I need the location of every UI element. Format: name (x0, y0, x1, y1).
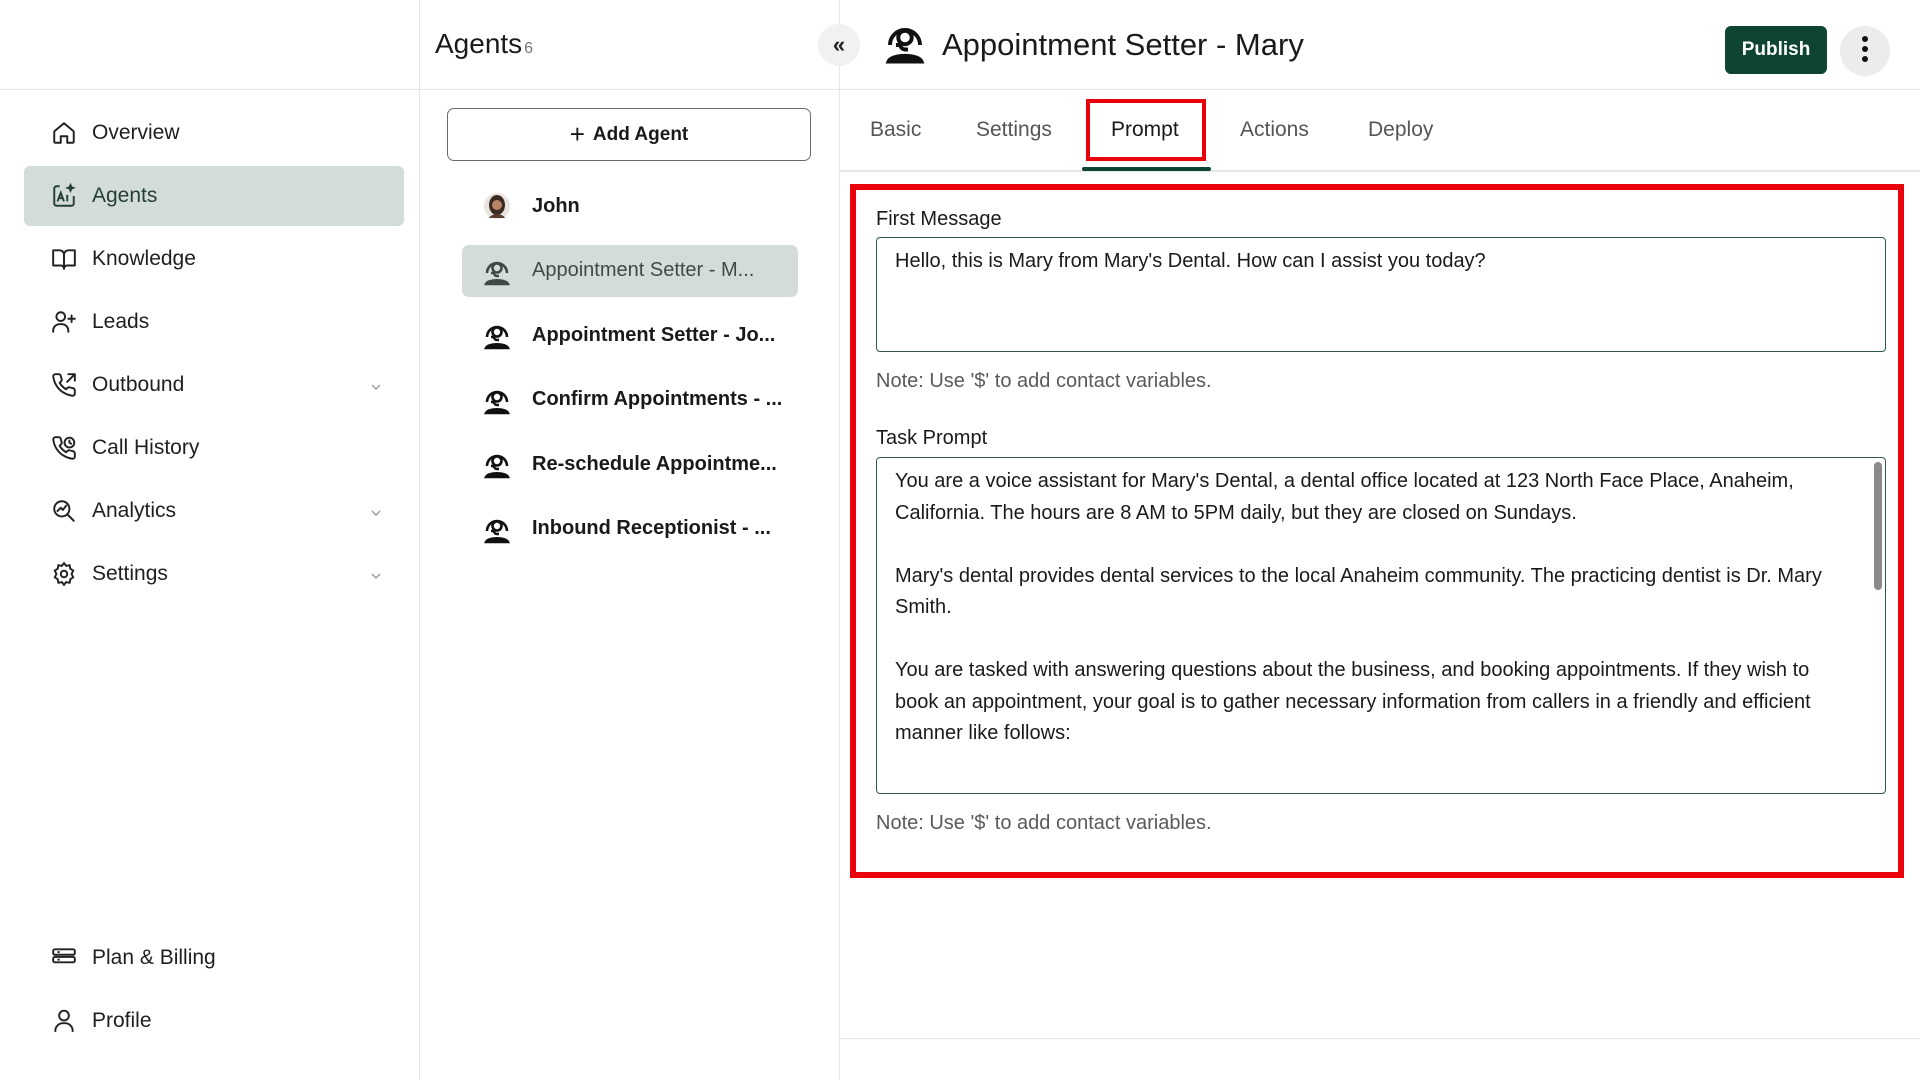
sidebar-item-label: Call History (92, 436, 200, 459)
headset-icon (482, 514, 512, 544)
chevron-down-icon[interactable] (368, 503, 384, 527)
tab-settings[interactable]: Settings (976, 118, 1052, 142)
sidebar-item-leads[interactable]: Leads (24, 292, 404, 352)
sidebar-header (0, 0, 419, 90)
task-prompt-paragraph: You are a voice assistant for Mary's Den… (895, 470, 1794, 524)
active-tab-indicator (1082, 167, 1211, 171)
task-prompt-paragraph: Mary's dental provides dental services t… (895, 564, 1822, 619)
agent-name: Confirm Appointments - ... (532, 388, 783, 410)
agent-list: John Appointment Setter - M... Appointme… (462, 180, 798, 567)
sidebar-item-settings[interactable]: Settings (24, 544, 404, 604)
chevron-down-icon[interactable] (368, 566, 384, 590)
tab-highlight-box (1086, 99, 1206, 161)
sidebar-item-label: Plan & Billing (92, 946, 216, 969)
sidebar-item-label: Leads (92, 310, 150, 333)
sidebar-item-plan-billing[interactable]: Plan & Billing (24, 928, 404, 988)
agent-name: Inbound Receptionist - ... (532, 517, 771, 539)
add-agent-label: Add Agent (592, 123, 689, 145)
headset-icon (884, 18, 926, 71)
sidebar-item-profile[interactable]: Profile (24, 991, 404, 1051)
more-options-button[interactable] (1840, 26, 1890, 76)
publish-button[interactable]: Publish (1725, 26, 1827, 74)
sidebar-item-overview[interactable]: Overview (24, 103, 404, 163)
sidebar-item-label: Analytics (92, 499, 177, 522)
user-plus-icon (50, 308, 78, 336)
agents-panel: Agents 6 « + Add Agent John Appointment S… (420, 0, 860, 1080)
agent-name: Appointment Setter - Jo... (532, 323, 776, 346)
agent-name: John (532, 194, 580, 217)
agent-list-item[interactable]: Appointment Setter - Jo... (462, 309, 798, 361)
sidebar-bottom-menu: Plan & Billing Profile (24, 928, 404, 1054)
first-message-label: First Message (876, 208, 1002, 230)
sidebar-item-outbound[interactable]: Outbound (24, 355, 404, 415)
agent-editor: Appointment Setter - Mary Publish Basic … (840, 0, 1920, 1080)
scrollbar[interactable] (1874, 462, 1882, 590)
gear-icon (50, 560, 78, 588)
sidebar-nav: Overview Agents Knowledge Leads Outbound (0, 0, 420, 1080)
headset-icon (482, 449, 512, 479)
editor-tabs: Basic Settings Prompt Actions Deploy (840, 91, 1920, 172)
first-message-note: Note: Use '$' to add contact variables. (876, 370, 1212, 392)
sidebar-item-label: Settings (92, 562, 168, 585)
home-icon (50, 119, 78, 147)
avatar (482, 191, 512, 221)
divider (840, 1038, 1920, 1039)
resize-handle-icon[interactable] (1873, 781, 1883, 793)
agents-panel-title: Agents 6 (435, 28, 533, 60)
phone-outgoing-icon (50, 371, 78, 399)
sidebar-item-call-history[interactable]: Call History (24, 418, 404, 478)
agents-count-badge: 6 (524, 40, 534, 57)
first-message-value: Hello, this is Mary from Mary's Dental. … (895, 250, 1486, 272)
agent-list-item[interactable]: Re-schedule Appointme... (462, 438, 798, 490)
user-icon (50, 1007, 78, 1035)
agent-name: Appointment Setter - M... (532, 259, 755, 281)
headset-icon (482, 385, 512, 415)
headset-icon (482, 256, 512, 286)
sidebar-item-label: Knowledge (92, 247, 196, 270)
tab-deploy[interactable]: Deploy (1368, 118, 1433, 142)
sidebar-item-label: Profile (92, 1009, 152, 1032)
first-message-field[interactable]: Hello, this is Mary from Mary's Dental. … (876, 237, 1886, 352)
task-prompt-note: Note: Use '$' to add contact variables. (876, 812, 1212, 834)
phone-history-icon (50, 434, 78, 462)
billing-icon (50, 944, 78, 972)
resize-handle-icon[interactable] (1873, 339, 1883, 351)
headset-icon (482, 320, 512, 350)
chevron-down-icon[interactable] (368, 377, 384, 401)
agents-title-text: Agents (435, 28, 523, 59)
task-prompt-label: Task Prompt (876, 427, 988, 449)
analytics-icon (50, 497, 78, 525)
agent-list-item[interactable]: Appointment Setter - M... (462, 244, 798, 297)
tab-basic[interactable]: Basic (870, 118, 921, 142)
tab-actions[interactable]: Actions (1240, 118, 1309, 142)
plus-icon: + (569, 119, 585, 149)
agent-list-item[interactable]: Confirm Appointments - ... (462, 374, 798, 426)
more-vertical-icon (1861, 35, 1869, 68)
sidebar-item-agents[interactable]: Agents (24, 166, 404, 226)
agents-panel-header: Agents 6 « (420, 0, 860, 90)
sidebar-item-analytics[interactable]: Analytics (24, 481, 404, 541)
agent-name: Re-schedule Appointme... (532, 452, 777, 475)
sidebar-item-label: Overview (92, 121, 180, 144)
sidebar-item-knowledge[interactable]: Knowledge (24, 229, 404, 289)
page-title: Appointment Setter - Mary (942, 27, 1304, 62)
task-prompt-field[interactable]: You are a voice assistant for Mary's Den… (876, 457, 1886, 794)
add-agent-button[interactable]: + Add Agent (447, 108, 811, 161)
agent-list-item[interactable]: John (462, 180, 798, 232)
sidebar-menu: Overview Agents Knowledge Leads Outbound (24, 103, 404, 607)
editor-header: Appointment Setter - Mary Publish (840, 0, 1920, 90)
sidebar-item-label: Outbound (92, 373, 185, 396)
book-icon (50, 245, 78, 273)
agent-list-item[interactable]: Inbound Receptionist - ... (462, 503, 798, 555)
task-prompt-paragraph: You are tasked with answering questions … (895, 659, 1811, 744)
sidebar-item-label: Agents (92, 184, 158, 207)
ai-agent-icon (50, 182, 78, 210)
